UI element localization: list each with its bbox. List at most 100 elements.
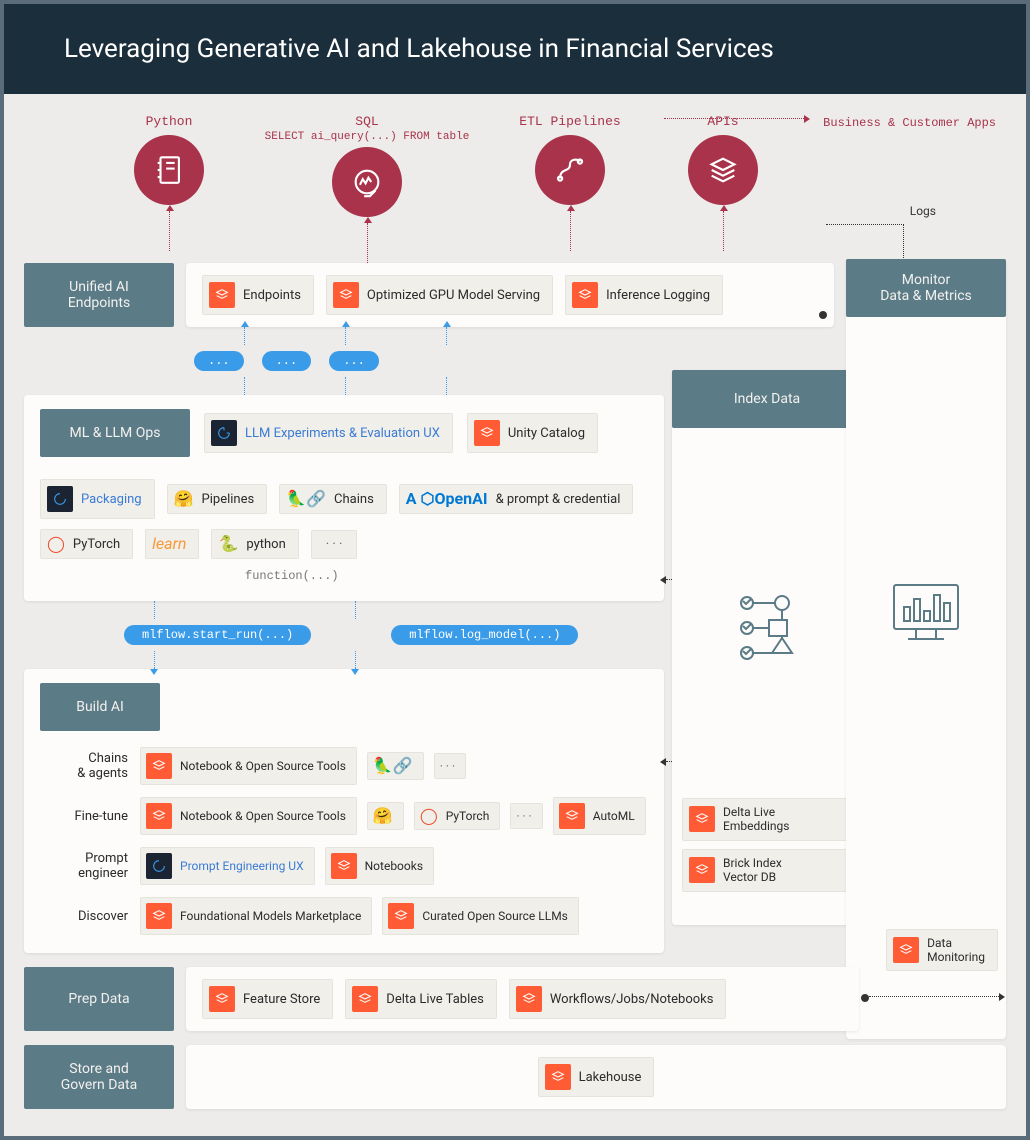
chip-more: · · · bbox=[434, 753, 466, 779]
access-etl-label: ETL Pipelines bbox=[500, 114, 640, 129]
pytorch-icon: ◯ bbox=[47, 536, 65, 552]
databricks-icon bbox=[352, 986, 378, 1012]
chip-delta-live-tables: Delta Live Tables bbox=[345, 979, 497, 1019]
access-sql: SQL SELECT ai_query(...) FROM table bbox=[252, 114, 482, 263]
databricks-icon bbox=[146, 903, 172, 929]
databricks-icon bbox=[146, 803, 172, 829]
chip-notebooks: Notebooks bbox=[325, 847, 434, 885]
row-chains-chips: Notebook & Open Source Tools 🦜🔗 · · · bbox=[140, 747, 648, 785]
databricks-icon bbox=[893, 937, 919, 963]
chip-llm-experiments: LLM Experiments & Evaluation UX bbox=[204, 413, 453, 453]
chip-openai-prompt: A ⬡OpenAI& prompt & credential bbox=[399, 484, 634, 514]
chip-feature-store: Feature Store bbox=[202, 979, 333, 1019]
prep-data-row: Prep Data Feature Store Delta Live Table… bbox=[24, 967, 859, 1031]
index-data-label: Index Data bbox=[672, 370, 862, 428]
mlflow-icon bbox=[146, 853, 172, 879]
chip-pytorch: ◯PyTorch bbox=[414, 802, 501, 830]
python-icon: 🐍 bbox=[218, 536, 238, 552]
row-finetune-label: Fine-tune bbox=[40, 809, 140, 824]
monitor-panel: Monitor Data & Metrics bbox=[846, 259, 1006, 1039]
databricks-icon bbox=[146, 753, 172, 779]
function-label: function(...) bbox=[245, 569, 648, 583]
langchain-icon: 🦜🔗 bbox=[373, 758, 413, 774]
chip-sklearn: learn bbox=[145, 529, 199, 559]
stack-icon bbox=[688, 135, 758, 205]
unified-endpoints-row: Unified AI Endpoints Endpoints Optimized… bbox=[24, 263, 834, 327]
chip-prompt-ux: Prompt Engineering UX bbox=[140, 847, 315, 885]
huggingface-icon: 🤗 bbox=[373, 808, 393, 824]
chip-notebook-tools: Notebook & Open Source Tools bbox=[140, 747, 357, 785]
pytorch-icon: ◯ bbox=[420, 808, 438, 824]
access-python-label: Python bbox=[104, 114, 234, 129]
row-chains-label: Chains & agents bbox=[40, 751, 140, 781]
chip-delta-embeddings: Delta Live Embeddings bbox=[682, 798, 852, 841]
access-apis-label: APIs bbox=[658, 114, 788, 129]
access-etl: ETL Pipelines bbox=[500, 114, 640, 263]
row-prompt-label: Prompt engineer bbox=[40, 851, 140, 881]
prep-data-body: Feature Store Delta Live Tables Workflow… bbox=[186, 967, 859, 1031]
chip-python: 🐍python bbox=[211, 529, 298, 559]
chip-more: · · · bbox=[311, 530, 358, 559]
logs-label: Logs bbox=[910, 204, 936, 218]
blue-pill: ... bbox=[329, 351, 379, 371]
prep-data-label: Prep Data bbox=[24, 967, 174, 1031]
mlflow-icon bbox=[47, 486, 73, 512]
diagram-page: Leveraging Generative AI and Lakehouse i… bbox=[4, 4, 1026, 1136]
chip-packaging: Packaging bbox=[40, 479, 155, 519]
chip-more: · · · bbox=[510, 803, 542, 829]
chip-notebook-tools: Notebook & Open Source Tools bbox=[140, 797, 357, 835]
chip-vector-db: Brick Index Vector DB bbox=[682, 849, 852, 892]
chip-lakehouse: Lakehouse bbox=[538, 1057, 655, 1097]
access-apis: APIs bbox=[658, 114, 788, 263]
mlops-panel: ML & LLM Ops LLM Experiments & Evaluatio… bbox=[24, 395, 664, 601]
databricks-icon bbox=[689, 857, 715, 883]
monitor-column: Monitor Data & Metrics bbox=[846, 259, 1006, 1039]
chip-pipelines: 🤗Pipelines bbox=[167, 484, 268, 514]
query-icon bbox=[332, 147, 402, 217]
store-data-row: Store and Govern Data Lakehouse bbox=[24, 1045, 1006, 1109]
chip-curated-llms: Curated Open Source LLMs bbox=[382, 897, 579, 935]
chip-marketplace: Foundational Models Marketplace bbox=[140, 897, 372, 935]
blue-pill: ... bbox=[262, 351, 312, 371]
chip-inference-logging: Inference Logging bbox=[565, 275, 723, 315]
business-apps-label: Business & Customer Apps bbox=[823, 116, 996, 130]
dashboard-icon bbox=[886, 577, 966, 647]
row-discover-chips: Foundational Models Marketplace Curated … bbox=[140, 897, 648, 935]
sklearn-icon: learn bbox=[152, 536, 186, 552]
unified-endpoints-label: Unified AI Endpoints bbox=[24, 263, 174, 327]
databricks-icon bbox=[572, 282, 598, 308]
prep-to-monitor-arrow bbox=[869, 996, 999, 997]
chip-unity-catalog: Unity Catalog bbox=[467, 413, 598, 453]
mlflow-log-model: mlflow.log_model(...) bbox=[391, 625, 578, 645]
databricks-icon bbox=[209, 282, 235, 308]
connector-dot bbox=[861, 994, 869, 1002]
databricks-icon bbox=[689, 806, 715, 832]
monitor-label: Monitor Data & Metrics bbox=[846, 259, 1006, 317]
chip-pytorch: ◯PyTorch bbox=[40, 529, 133, 559]
chip-langchain: 🦜🔗 bbox=[367, 752, 424, 780]
access-sql-sub: SELECT ai_query(...) FROM table bbox=[252, 131, 482, 143]
notebook-icon bbox=[134, 135, 204, 205]
access-sql-label: SQL bbox=[252, 114, 482, 129]
chip-automl: AutoML bbox=[553, 797, 646, 835]
mlops-row-2: ◯PyTorch learn 🐍python · · · bbox=[40, 529, 648, 559]
connector-dot bbox=[819, 311, 827, 319]
databricks-icon bbox=[516, 986, 542, 1012]
databricks-icon bbox=[474, 420, 500, 446]
mlops-row-1: Packaging 🤗Pipelines 🦜🔗Chains A ⬡OpenAI&… bbox=[40, 479, 648, 519]
connector-arrow bbox=[169, 211, 170, 251]
chip-data-monitoring: Data Monitoring bbox=[886, 929, 998, 971]
connector-arrow bbox=[570, 211, 571, 251]
databricks-icon bbox=[388, 903, 414, 929]
databricks-icon bbox=[209, 986, 235, 1012]
connector-arrow bbox=[723, 211, 724, 251]
unified-endpoints-body: Endpoints Optimized GPU Model Serving In… bbox=[186, 263, 834, 327]
databricks-icon bbox=[559, 803, 585, 829]
azure-openai-icon: A ⬡OpenAI bbox=[406, 491, 488, 507]
index-diagram-icon bbox=[727, 588, 807, 668]
databricks-icon bbox=[545, 1064, 571, 1090]
diagram-content: Python SQL SELECT ai_query(...) FROM tab… bbox=[4, 94, 1026, 1129]
databricks-icon bbox=[331, 853, 357, 879]
huggingface-icon: 🤗 bbox=[174, 491, 194, 507]
build-ai-label: Build AI bbox=[40, 683, 160, 731]
